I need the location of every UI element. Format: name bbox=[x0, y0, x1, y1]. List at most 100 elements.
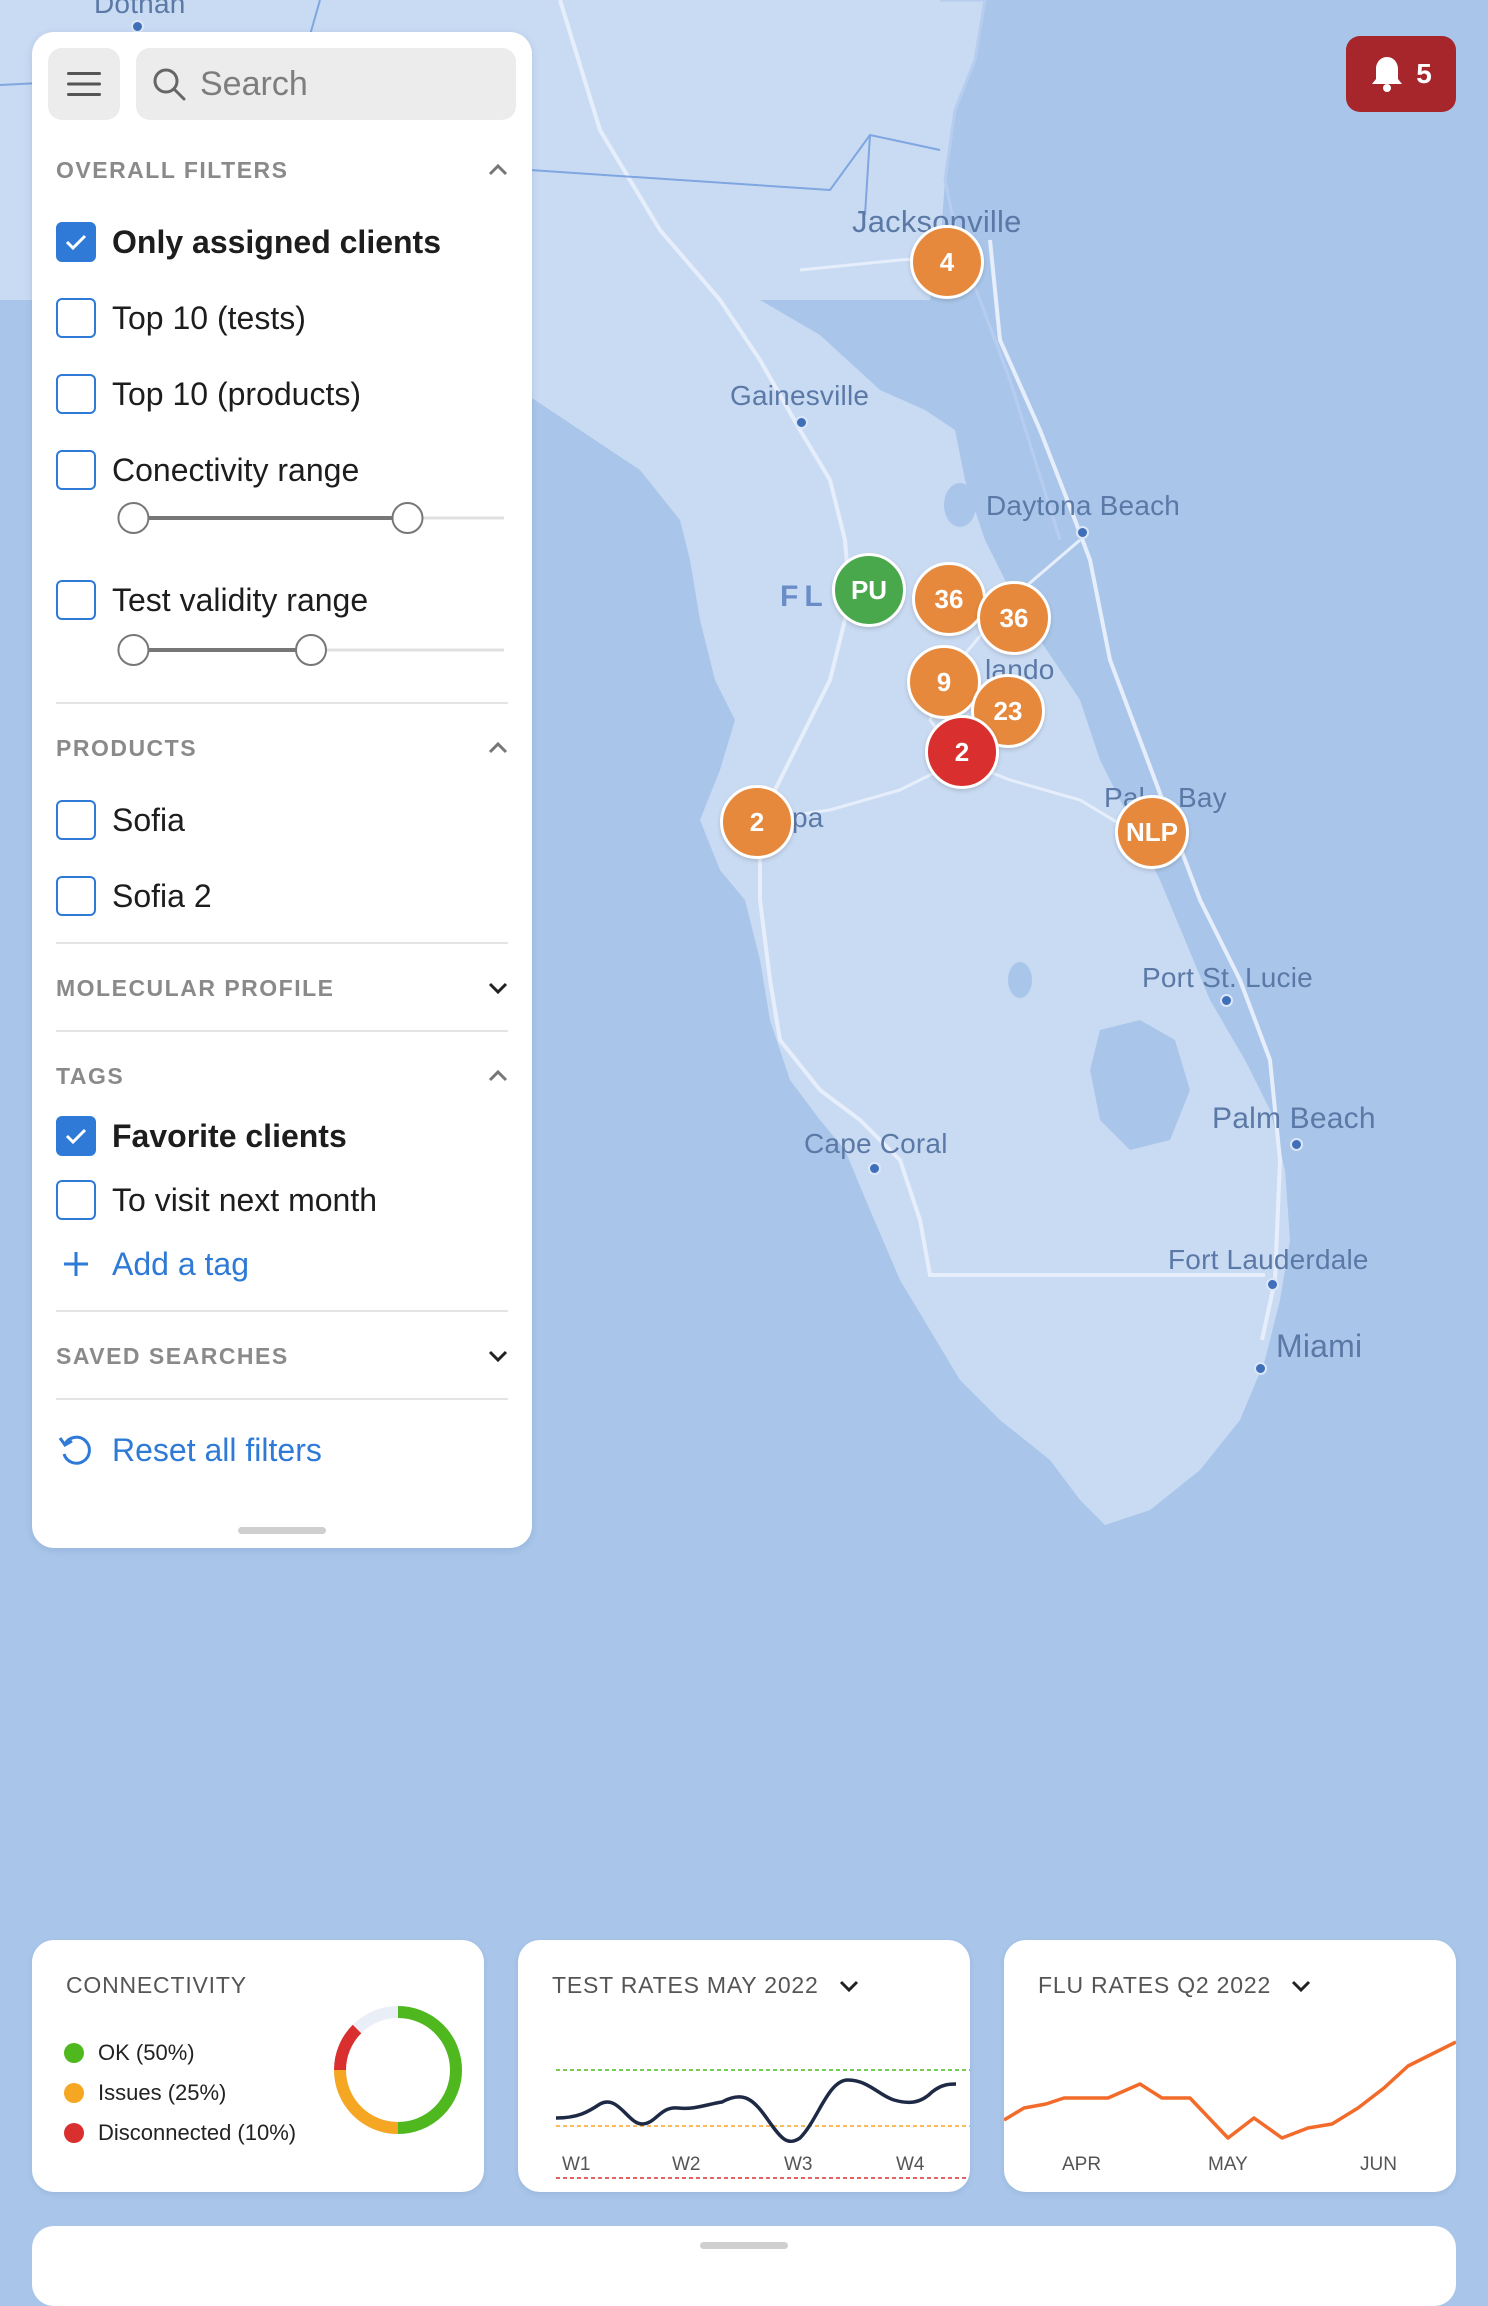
filter-test-validity-range[interactable]: Test validity range bbox=[56, 578, 368, 622]
check-icon bbox=[65, 1128, 87, 1144]
product-sofia[interactable]: Sofia bbox=[56, 798, 185, 842]
section-title: OVERALL FILTERS bbox=[56, 156, 289, 183]
city-label: Daytona Beach bbox=[986, 490, 1181, 521]
city-dot bbox=[1076, 526, 1089, 539]
city-label: Miami bbox=[1276, 1328, 1363, 1364]
filter-top-10-tests[interactable]: Top 10 (tests) bbox=[56, 296, 306, 340]
card-title: TEST RATES MAY 2022 bbox=[552, 1972, 859, 1999]
chevron-up-icon bbox=[488, 1070, 508, 1082]
menu-button[interactable] bbox=[48, 48, 120, 120]
legend-dot bbox=[64, 2083, 84, 2103]
add-tag-label: Add a tag bbox=[112, 1245, 249, 1282]
test-validity-range-slider[interactable] bbox=[104, 630, 524, 670]
tag-favorite-clients[interactable]: Favorite clients bbox=[56, 1114, 347, 1158]
bell-icon bbox=[1372, 57, 1403, 92]
plus-icon bbox=[64, 1252, 88, 1276]
legend-item: Issues (25%) bbox=[64, 2080, 226, 2106]
connectivity-range-slider[interactable] bbox=[104, 498, 524, 538]
city-label: Port St. Lucie bbox=[1142, 962, 1313, 993]
checkbox-label: Conectivity range bbox=[112, 451, 360, 488]
legend-dot bbox=[64, 2123, 84, 2143]
x-tick-label: W1 bbox=[562, 2154, 591, 2175]
city-dot bbox=[1266, 1278, 1279, 1291]
map-cluster-marker[interactable]: 2 bbox=[720, 785, 794, 859]
divider bbox=[56, 1310, 508, 1312]
overall-filters-header[interactable]: OVERALL FILTERS bbox=[56, 150, 508, 190]
filter-top-10-products[interactable]: Top 10 (products) bbox=[56, 372, 361, 416]
checkbox[interactable] bbox=[56, 450, 96, 490]
slider-thumb[interactable] bbox=[117, 634, 150, 666]
city-label: FL bbox=[780, 580, 829, 613]
reset-filters-button[interactable]: Reset all filters bbox=[56, 1428, 322, 1472]
products-header[interactable]: PRODUCTS bbox=[56, 728, 508, 768]
checkbox[interactable] bbox=[56, 1116, 96, 1156]
tags-header[interactable]: TAGS bbox=[56, 1056, 508, 1096]
divider bbox=[56, 1030, 508, 1032]
slider-thumb[interactable] bbox=[295, 634, 327, 666]
city-dot bbox=[1220, 994, 1233, 1007]
card-title: FLU RATES Q2 2022 bbox=[1038, 1972, 1311, 1999]
flu-rates-title: FLU RATES Q2 2022 bbox=[1038, 1972, 1272, 1998]
checkbox-label: Top 10 (tests) bbox=[112, 299, 306, 336]
panel-drag-handle[interactable] bbox=[238, 1527, 326, 1534]
city-dot bbox=[1290, 1138, 1303, 1151]
tag-to-visit-next-month[interactable]: To visit next month bbox=[56, 1178, 377, 1222]
city-label: Fort Lauderdale bbox=[1168, 1244, 1369, 1275]
search-input[interactable] bbox=[198, 63, 502, 105]
city-label: Bay bbox=[1178, 782, 1227, 813]
connectivity-card[interactable]: CONNECTIVITY OK (50%) Issues (25%) Disco… bbox=[32, 1940, 484, 2192]
city-label: Palm Beach bbox=[1212, 1102, 1376, 1135]
notifications-button[interactable]: 5 bbox=[1346, 36, 1456, 112]
check-icon bbox=[65, 234, 87, 250]
chevron-up-icon bbox=[488, 164, 508, 176]
flu-rates-card[interactable]: FLU RATES Q2 2022 APR MAY JUN bbox=[1004, 1940, 1456, 2192]
x-tick-label: W3 bbox=[784, 2154, 813, 2175]
checkbox-label: Test validity range bbox=[112, 581, 369, 618]
map-cluster-marker[interactable]: 9 bbox=[907, 645, 981, 719]
section-title: SAVED SEARCHES bbox=[56, 1342, 289, 1369]
molecular-profile-header[interactable]: MOLECULAR PROFILE bbox=[56, 968, 508, 1008]
map-cluster-marker[interactable]: 36 bbox=[912, 562, 986, 636]
connectivity-donut bbox=[334, 2006, 462, 2134]
divider bbox=[56, 1398, 508, 1400]
checkbox-label: Sofia 2 bbox=[112, 877, 212, 914]
legend-item: OK (50%) bbox=[64, 2040, 195, 2066]
map-cluster-marker[interactable]: 36 bbox=[977, 581, 1051, 655]
x-tick-label: MAY bbox=[1208, 2154, 1248, 2175]
search-box[interactable] bbox=[136, 48, 516, 120]
checkbox[interactable] bbox=[56, 1180, 96, 1220]
filter-connectivity-range[interactable]: Conectivity range bbox=[56, 448, 359, 492]
map-cluster-marker[interactable]: PU bbox=[832, 553, 906, 627]
chevron-down-icon[interactable] bbox=[839, 1980, 859, 1992]
filter-panel: OVERALL FILTERS Only assigned clients To… bbox=[32, 32, 532, 1548]
x-tick-label: W4 bbox=[896, 2154, 925, 2175]
checkbox-label: Favorite clients bbox=[112, 1117, 347, 1154]
filter-only-assigned[interactable]: Only assigned clients bbox=[56, 220, 441, 264]
slider-thumb[interactable] bbox=[117, 502, 150, 534]
legend-dot bbox=[64, 2043, 84, 2063]
checkbox[interactable] bbox=[56, 876, 96, 916]
reset-filters-label: Reset all filters bbox=[112, 1431, 322, 1468]
checkbox[interactable] bbox=[56, 298, 96, 338]
city-dot bbox=[868, 1162, 881, 1175]
chevron-down-icon[interactable] bbox=[1291, 1980, 1311, 1992]
saved-searches-header[interactable]: SAVED SEARCHES bbox=[56, 1336, 508, 1376]
bottom-sheet-handle[interactable] bbox=[700, 2242, 788, 2249]
bottom-sheet[interactable] bbox=[32, 2226, 1456, 2306]
checkbox[interactable] bbox=[56, 374, 96, 414]
section-title: MOLECULAR PROFILE bbox=[56, 974, 335, 1001]
section-title: PRODUCTS bbox=[56, 734, 198, 761]
checkbox[interactable] bbox=[56, 580, 96, 620]
slider-thumb[interactable] bbox=[391, 502, 424, 534]
map-cluster-marker[interactable]: NLP bbox=[1115, 795, 1189, 869]
product-sofia-2[interactable]: Sofia 2 bbox=[56, 874, 212, 918]
checkbox[interactable] bbox=[56, 222, 96, 262]
notification-count: 5 bbox=[1416, 58, 1432, 89]
checkbox-label: Only assigned clients bbox=[112, 223, 441, 260]
checkbox[interactable] bbox=[56, 800, 96, 840]
x-tick-label: W2 bbox=[672, 2154, 701, 2175]
map-cluster-marker[interactable]: 2 bbox=[925, 715, 999, 789]
map-cluster-marker[interactable]: 4 bbox=[910, 225, 984, 299]
test-rates-card[interactable]: TEST RATES MAY 2022 W1 W2 W3 W4 bbox=[518, 1940, 970, 2192]
add-tag-button[interactable]: Add a tag bbox=[56, 1242, 249, 1286]
